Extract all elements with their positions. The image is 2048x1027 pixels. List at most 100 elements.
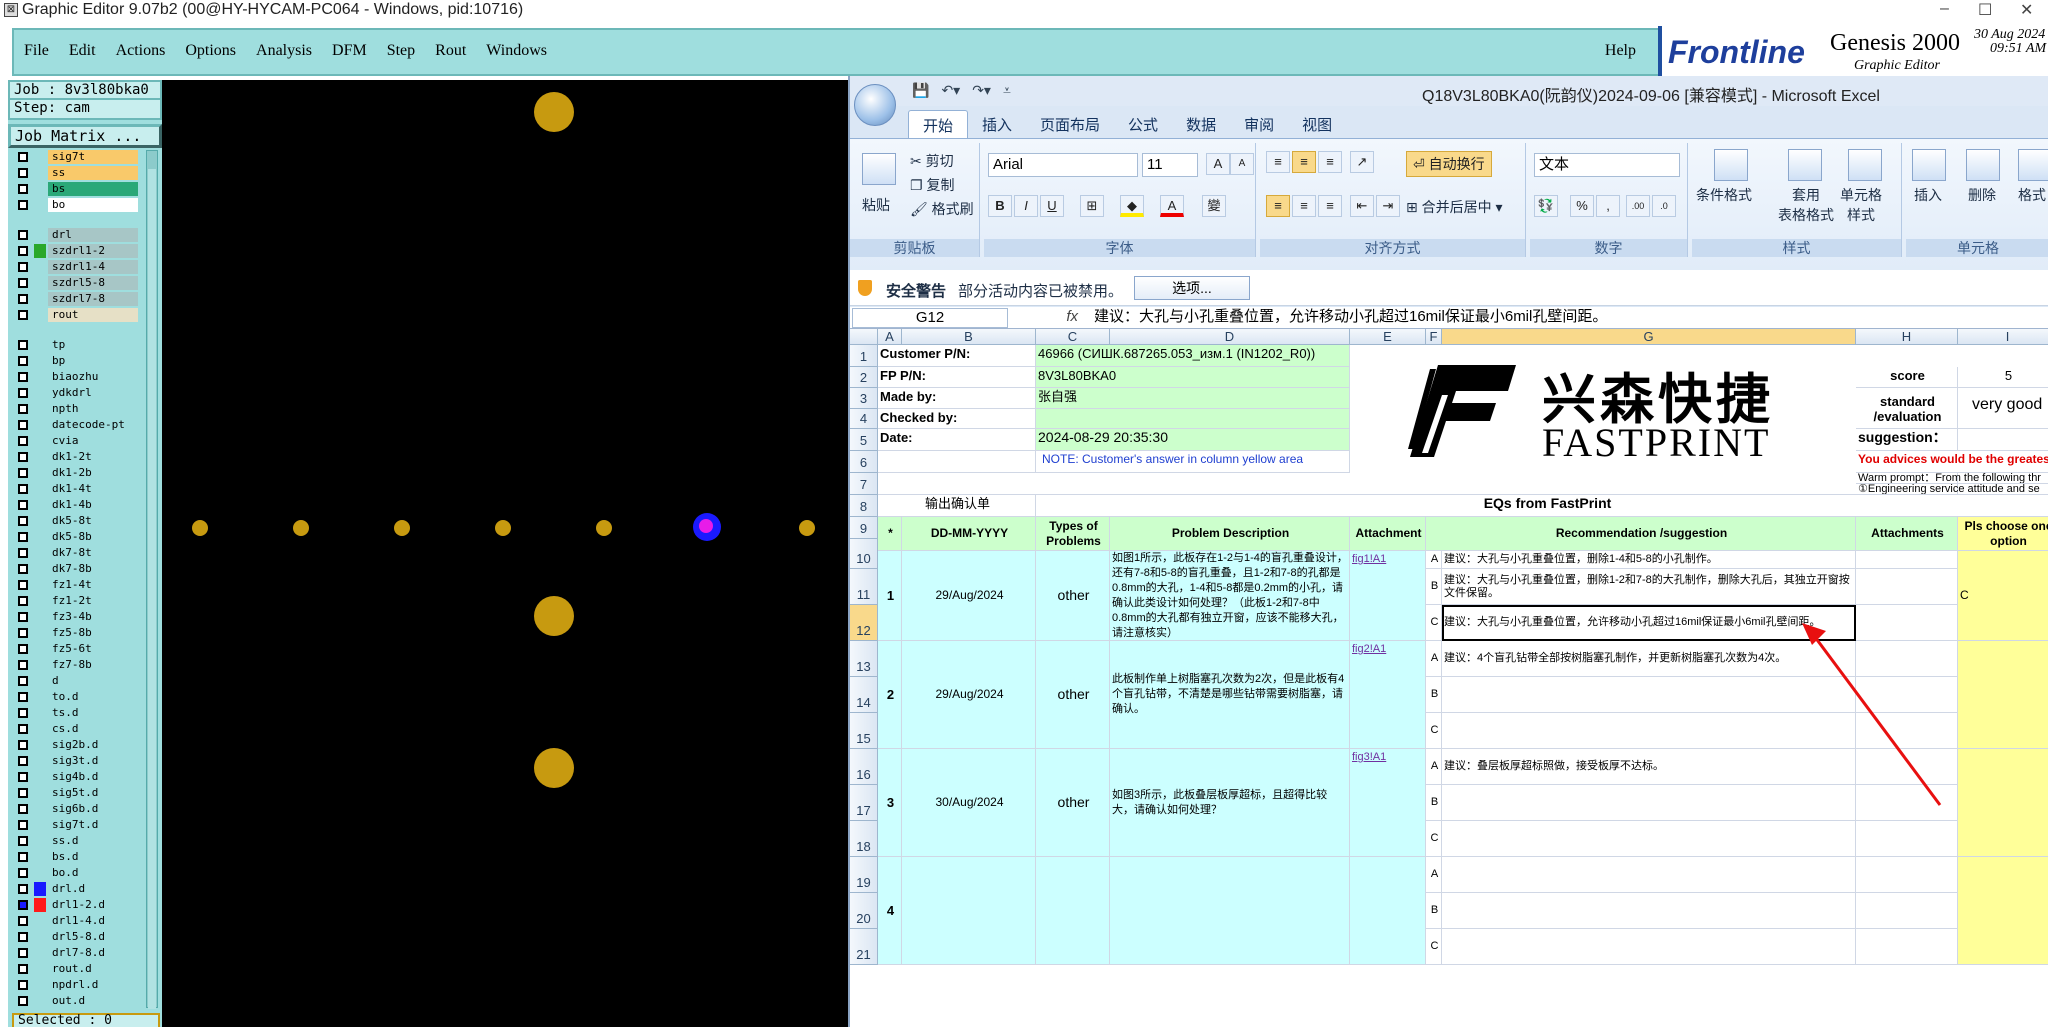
layer-color-swatch[interactable] (34, 354, 46, 368)
column-header[interactable]: G (1442, 329, 1856, 345)
column-header[interactable]: E (1350, 329, 1426, 345)
row-header[interactable]: 13 (850, 641, 878, 677)
layer-color-swatch[interactable] (34, 994, 46, 1006)
option-text[interactable]: 建议：大孔与小孔重叠位置，删除1-2和7-8的大孔制作，删除大孔后，其独立开窗按… (1442, 569, 1856, 605)
empty-cell[interactable] (878, 451, 1036, 473)
name-box[interactable]: G12 (852, 308, 1008, 328)
layer-row[interactable]: drl7-8.d (12, 946, 138, 960)
eq-type[interactable]: other (1036, 749, 1110, 857)
layer-color-swatch[interactable] (34, 402, 46, 416)
layer-row[interactable]: npth (12, 402, 138, 416)
layer-color-swatch[interactable] (34, 498, 46, 512)
option-text[interactable]: 建议：叠层板厚超标照做，接受板厚不达标。 (1442, 749, 1856, 785)
pad[interactable] (394, 520, 410, 536)
layer-color-swatch[interactable] (34, 722, 46, 736)
attachment-cell[interactable] (1856, 893, 1958, 929)
border-icon[interactable]: ⊞ (1080, 195, 1104, 217)
attachment-cell[interactable] (1856, 929, 1958, 965)
eq-attachment-link[interactable]: fig2!A1 (1350, 641, 1426, 749)
attachment-cell[interactable] (1856, 605, 1958, 641)
layer-color-swatch[interactable] (34, 866, 46, 880)
menu-analysis[interactable]: Analysis (256, 42, 312, 60)
layer-color-swatch[interactable] (34, 386, 46, 400)
eq-description[interactable] (1110, 857, 1350, 965)
layer-row[interactable]: ydkdrl (12, 386, 138, 400)
layer-color-swatch[interactable] (34, 658, 46, 672)
layer-row[interactable]: fz5-6t (12, 642, 138, 656)
layer-checkbox[interactable] (18, 948, 28, 958)
output-confirm[interactable]: 输出确认单 (878, 495, 1036, 517)
column-header[interactable]: I (1958, 329, 2048, 345)
grow-font-icon[interactable]: A (1206, 153, 1230, 175)
attachment-cell[interactable] (1856, 641, 1958, 677)
layer-checkbox[interactable] (18, 708, 28, 718)
layer-row[interactable]: rout (12, 308, 138, 322)
row-header[interactable]: 16 (850, 749, 878, 785)
layer-color-swatch[interactable] (34, 930, 46, 944)
layer-checkbox[interactable] (18, 532, 28, 542)
empty-cell[interactable] (878, 473, 1958, 495)
layer-checkbox[interactable] (18, 900, 28, 910)
comma-icon[interactable]: , (1596, 195, 1620, 217)
italic-icon[interactable]: I (1014, 195, 1038, 217)
layer-checkbox[interactable] (18, 660, 28, 670)
layer-color-swatch[interactable] (34, 914, 46, 928)
maximize-icon[interactable]: ☐ (1978, 0, 1992, 20)
layer-color-swatch[interactable] (34, 754, 46, 768)
layer-row[interactable]: dk1-2t (12, 450, 138, 464)
layer-checkbox[interactable] (18, 612, 28, 622)
spreadsheet-grid[interactable]: A B C D E F G H I 1 2 3 4 5 6 7 8 9 10 11 12 13 14 15 16 17 18 19 20… (850, 329, 2048, 1027)
tab-review[interactable]: 审阅 (1230, 110, 1288, 138)
bold-icon[interactable]: B (988, 195, 1012, 217)
layer-color-swatch[interactable] (34, 978, 46, 992)
eq-date[interactable]: 29/Aug/2024 (902, 641, 1036, 749)
layer-checkbox[interactable] (18, 200, 28, 210)
decrease-decimal-icon[interactable]: .0 (1652, 195, 1676, 217)
layer-color-swatch[interactable] (34, 182, 46, 196)
cut-button[interactable]: ✂ 剪切 (910, 151, 954, 171)
row-header[interactable]: 17 (850, 785, 878, 821)
layer-row[interactable]: sig4b.d (12, 770, 138, 784)
layer-checkbox[interactable] (18, 788, 28, 798)
menu-edit[interactable]: Edit (69, 42, 96, 60)
row-header[interactable]: 15 (850, 713, 878, 749)
layer-row[interactable]: sig7t (12, 150, 138, 164)
align-left-icon[interactable]: ≡ (1266, 195, 1290, 217)
layer-color-swatch[interactable] (34, 946, 46, 960)
pad[interactable] (534, 92, 574, 132)
layer-color-swatch[interactable] (34, 562, 46, 576)
choice-cell[interactable] (1958, 857, 2048, 965)
layer-checkbox[interactable] (18, 756, 28, 766)
layer-row[interactable]: cvia (12, 434, 138, 448)
menu-windows[interactable]: Windows (486, 42, 547, 60)
layer-checkbox[interactable] (18, 310, 28, 320)
layer-row[interactable]: tp (12, 338, 138, 352)
layer-checkbox[interactable] (18, 262, 28, 272)
layer-checkbox[interactable] (18, 246, 28, 256)
close-icon[interactable]: ✕ (2020, 0, 2033, 20)
layer-row[interactable]: d (12, 674, 138, 688)
phonetic-icon[interactable]: 變 (1202, 195, 1226, 217)
insert-cells-button[interactable]: 插入 (1914, 185, 1942, 205)
layer-row[interactable]: bo.d (12, 866, 138, 880)
layer-checkbox[interactable] (18, 420, 28, 430)
layer-checkbox[interactable] (18, 564, 28, 574)
job-matrix-button[interactable]: Job Matrix ... (8, 124, 162, 148)
graphic-canvas[interactable] (162, 80, 848, 1027)
row-header[interactable]: 11 (850, 569, 878, 605)
menu-help[interactable]: Help (1605, 42, 1636, 60)
fx-icon[interactable]: fx (1010, 308, 1084, 328)
row-header[interactable]: 2 (850, 367, 878, 388)
row-header[interactable]: 18 (850, 821, 878, 857)
wrap-text-button[interactable]: ⏎ 自动换行 (1406, 151, 1492, 177)
layer-color-swatch[interactable] (34, 962, 46, 976)
layer-checkbox[interactable] (18, 436, 28, 446)
attachment-cell[interactable] (1856, 785, 1958, 821)
column-header[interactable]: H (1856, 329, 1958, 345)
layer-row[interactable]: ss.d (12, 834, 138, 848)
eq-date[interactable]: 30/Aug/2024 (902, 749, 1036, 857)
customize-qat-icon[interactable]: ⩡ (1003, 82, 1011, 99)
layer-row[interactable]: dk1-4t (12, 482, 138, 496)
layer-color-swatch[interactable] (34, 610, 46, 624)
layer-row[interactable]: bp (12, 354, 138, 368)
